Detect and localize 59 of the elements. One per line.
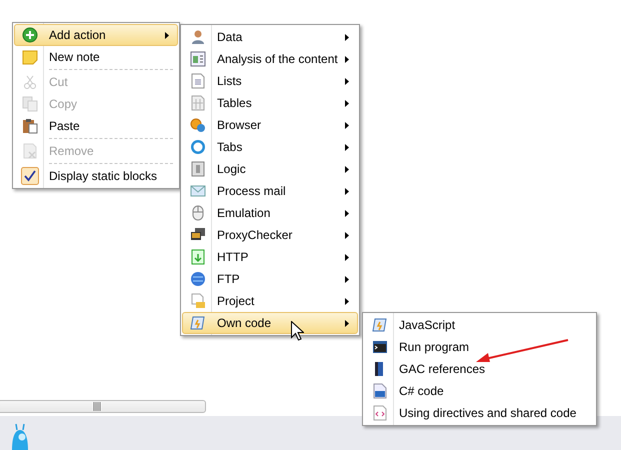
menu-item[interactable]: ProxyChecker <box>182 224 358 246</box>
submenu-arrow-icon <box>345 298 349 304</box>
menu-item[interactable]: Tables <box>182 92 358 114</box>
menu-item[interactable]: Process mail <box>182 180 358 202</box>
submenu-arrow-icon <box>345 34 349 40</box>
submenu-arrow-icon <box>345 56 349 62</box>
note-icon <box>22 49 38 65</box>
submenu-arrow-icon <box>345 320 349 326</box>
submenu-arrow-icon <box>345 188 349 194</box>
copy-icon <box>22 96 38 112</box>
submenu-arrow-icon <box>345 144 349 150</box>
menu-item[interactable]: Logic <box>182 158 358 180</box>
submenu-arrow-icon <box>345 210 349 216</box>
markup-file-icon <box>372 405 388 421</box>
terminal-icon <box>372 339 388 355</box>
menu-item[interactable]: Lists <box>182 70 358 92</box>
table-icon <box>190 95 206 111</box>
menu-item[interactable]: Tabs <box>182 136 358 158</box>
menu-item[interactable]: Browser <box>182 114 358 136</box>
menu-item[interactable]: Add action <box>14 24 178 46</box>
submenu-arrow-icon <box>345 122 349 128</box>
mouse-icon <box>190 205 206 221</box>
menu-item[interactable]: Emulation <box>182 202 358 224</box>
download-icon <box>190 249 206 265</box>
menu-item[interactable]: Run program <box>364 336 595 358</box>
envelope-icon <box>190 183 206 199</box>
person-icon <box>190 29 206 45</box>
menu-item[interactable]: Analysis of the content <box>182 48 358 70</box>
menu-item[interactable]: Paste <box>14 115 178 140</box>
submenu-arrow-icon <box>165 32 169 38</box>
menu-item[interactable]: C# code <box>364 380 595 402</box>
folder-icon <box>190 293 206 309</box>
submenu-arrow-icon <box>345 232 349 238</box>
list-icon <box>190 73 206 89</box>
menu-item[interactable]: Project <box>182 290 358 312</box>
submenu-arrow-icon <box>345 166 349 172</box>
submenu-arrow-icon <box>345 78 349 84</box>
delete-icon <box>22 143 38 159</box>
scissors-icon <box>22 74 38 90</box>
plus-icon <box>22 27 38 43</box>
document-icon <box>190 51 206 67</box>
submenu-arrow-icon <box>345 100 349 106</box>
menu-item[interactable]: HTTP <box>182 246 358 268</box>
menu-item[interactable]: GAC references <box>364 358 595 380</box>
menu-item[interactable]: Data <box>182 26 358 48</box>
menu-item[interactable]: Display static blocks <box>14 165 178 187</box>
menu-item[interactable]: FTP <box>182 268 358 290</box>
menu-item[interactable]: Using directives and shared code <box>364 402 595 424</box>
menu-item[interactable]: New note <box>14 46 178 71</box>
menu-item[interactable]: JavaScript <box>364 314 595 336</box>
checkbox[interactable] <box>21 167 39 185</box>
grip-icon <box>93 402 101 411</box>
horizontal-scrollbar[interactable] <box>0 400 206 413</box>
clipboard-icon <box>22 118 38 134</box>
computer-icon <box>190 227 206 243</box>
switch-icon <box>190 161 206 177</box>
submenu-arrow-icon <box>345 254 349 260</box>
menu-item[interactable]: Own code <box>182 312 358 334</box>
submenu-arrow-icon <box>345 276 349 282</box>
